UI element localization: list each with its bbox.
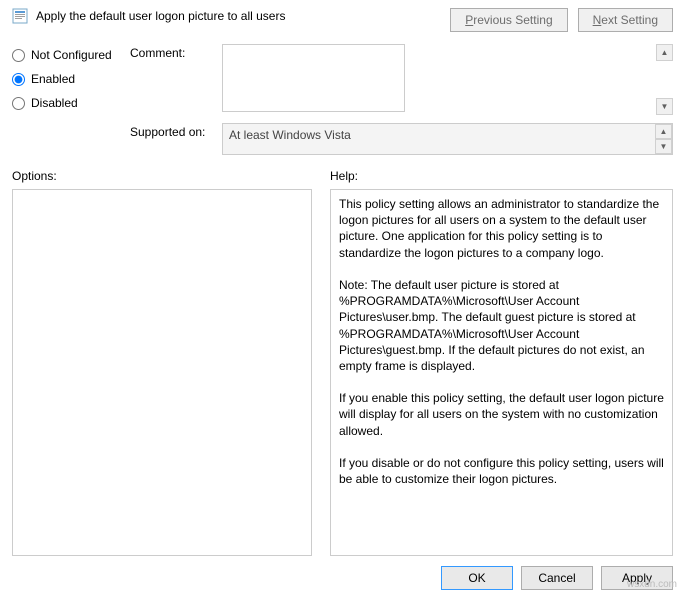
options-label: Options:: [12, 169, 312, 183]
next-setting-button[interactable]: Next Setting: [578, 8, 673, 32]
comment-row: Comment: ▲ ▼: [130, 44, 673, 115]
supported-label: Supported on:: [130, 123, 214, 139]
help-column: Help: This policy setting allows an admi…: [330, 169, 673, 556]
radio-disabled-input[interactable]: [12, 97, 25, 110]
scroll-down-icon[interactable]: ▼: [655, 139, 672, 154]
supported-scrollbar: ▲ ▼: [655, 124, 672, 154]
comment-scrollbar: ▲ ▼: [656, 44, 673, 115]
state-column: Not Configured Enabled Disabled: [12, 44, 112, 155]
fields-column: Comment: ▲ ▼ Supported on: At least Wind…: [130, 44, 673, 155]
upper-section: Not Configured Enabled Disabled Comment:…: [12, 44, 673, 155]
radio-enabled[interactable]: Enabled: [12, 72, 112, 86]
scroll-up-icon[interactable]: ▲: [656, 44, 673, 61]
supported-row: Supported on: At least Windows Vista ▲ ▼: [130, 123, 673, 155]
comment-label: Comment:: [130, 44, 214, 60]
previous-setting-button[interactable]: Previous Setting: [450, 8, 567, 32]
help-panel[interactable]: This policy setting allows an administra…: [330, 189, 673, 556]
radio-enabled-label: Enabled: [31, 72, 75, 86]
middle-section: Options: Help: This policy setting allow…: [12, 169, 673, 556]
nav-buttons: Previous Setting Next Setting: [12, 8, 673, 32]
ok-button[interactable]: OK: [441, 566, 513, 590]
footer-buttons: OK Cancel Apply: [12, 566, 673, 590]
options-column: Options:: [12, 169, 312, 556]
radio-not-configured[interactable]: Not Configured: [12, 48, 112, 62]
cancel-button[interactable]: Cancel: [521, 566, 593, 590]
radio-disabled-label: Disabled: [31, 96, 78, 110]
scroll-up-icon[interactable]: ▲: [655, 124, 672, 139]
radio-not-configured-label: Not Configured: [31, 48, 112, 62]
radio-enabled-input[interactable]: [12, 73, 25, 86]
supported-value-box: At least Windows Vista ▲ ▼: [222, 123, 673, 155]
radio-not-configured-input[interactable]: [12, 49, 25, 62]
options-panel[interactable]: [12, 189, 312, 556]
policy-dialog: Apply the default user logon picture to …: [0, 0, 685, 602]
comment-input[interactable]: [222, 44, 405, 112]
scroll-down-icon[interactable]: ▼: [656, 98, 673, 115]
supported-value: At least Windows Vista: [229, 128, 351, 142]
apply-button[interactable]: Apply: [601, 566, 673, 590]
help-label: Help:: [330, 169, 673, 183]
radio-disabled[interactable]: Disabled: [12, 96, 112, 110]
